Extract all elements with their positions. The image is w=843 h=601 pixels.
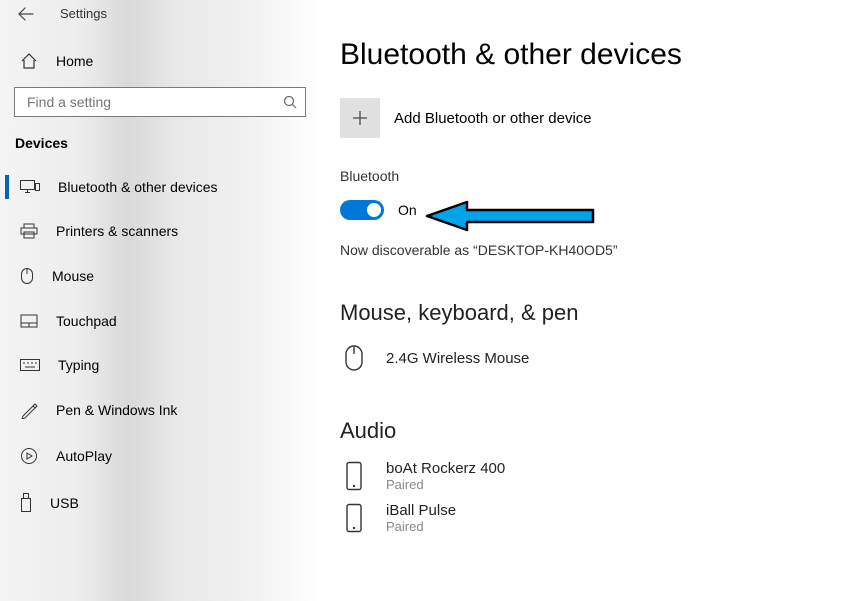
nav-item-label: Typing <box>58 357 99 373</box>
device-status: Paired <box>386 519 456 534</box>
nav-bluetooth-devices[interactable]: Bluetooth & other devices <box>0 165 320 209</box>
nav-typing[interactable]: Typing <box>0 343 320 387</box>
nav-autoplay[interactable]: AutoPlay <box>0 433 320 479</box>
nav-pen[interactable]: Pen & Windows Ink <box>0 387 320 433</box>
device-mouse-row[interactable]: 2.4G Wireless Mouse <box>340 340 843 376</box>
nav-home[interactable]: Home <box>0 39 320 83</box>
nav-printers[interactable]: Printers & scanners <box>0 209 320 253</box>
add-device-label: Add Bluetooth or other device <box>394 110 592 127</box>
plus-icon <box>351 109 369 127</box>
add-device-button[interactable] <box>340 98 380 138</box>
mouse-icon <box>20 267 34 285</box>
nav-item-label: USB <box>50 495 79 511</box>
home-icon <box>20 53 38 69</box>
touchpad-icon <box>20 314 38 328</box>
nav-item-label: Pen & Windows Ink <box>56 402 177 418</box>
devices-icon <box>20 180 40 194</box>
device-name: 2.4G Wireless Mouse <box>386 350 529 367</box>
search-input[interactable] <box>25 93 283 111</box>
section-mouse-heading: Mouse, keyboard, & pen <box>340 300 843 326</box>
nav-item-label: Touchpad <box>56 313 117 329</box>
main-content: Bluetooth & other devices Add Bluetooth … <box>340 0 843 601</box>
pen-icon <box>20 401 38 419</box>
window-title: Settings <box>60 6 107 21</box>
search-icon <box>283 95 297 109</box>
nav-home-label: Home <box>56 53 93 69</box>
device-name: boAt Rockerz 400 <box>386 460 505 477</box>
bluetooth-label: Bluetooth <box>340 168 843 184</box>
nav-item-label: Bluetooth & other devices <box>58 179 218 195</box>
autoplay-icon <box>20 447 38 465</box>
nav-mouse[interactable]: Mouse <box>0 253 320 299</box>
keyboard-icon <box>20 359 40 371</box>
mouse-icon <box>340 340 368 376</box>
sidebar-section-label: Devices <box>0 117 320 161</box>
nav-usb[interactable]: USB <box>0 479 320 527</box>
nav-item-label: Mouse <box>52 268 94 284</box>
sidebar-nav: Bluetooth & other devices Printers & sca… <box>0 161 320 527</box>
annotation-arrow-icon <box>425 200 595 237</box>
device-audio-row[interactable]: iBall Pulse Paired <box>340 500 843 536</box>
usb-icon <box>20 493 32 513</box>
discoverable-text: Now discoverable as “DESKTOP-KH40OD5” <box>340 242 843 258</box>
phone-icon <box>340 500 368 536</box>
phone-icon <box>340 458 368 494</box>
add-device-row[interactable]: Add Bluetooth or other device <box>340 98 843 138</box>
bluetooth-toggle-state: On <box>398 202 417 218</box>
settings-sidebar: Settings Home Devices Bluetooth & oth <box>0 0 320 601</box>
nav-touchpad[interactable]: Touchpad <box>0 299 320 343</box>
nav-item-label: Printers & scanners <box>56 223 178 239</box>
page-title: Bluetooth & other devices <box>340 38 843 72</box>
device-audio-row[interactable]: boAt Rockerz 400 Paired <box>340 458 843 494</box>
nav-item-label: AutoPlay <box>56 448 112 464</box>
printer-icon <box>20 223 38 239</box>
back-icon[interactable] <box>18 7 34 21</box>
section-audio-heading: Audio <box>340 418 843 444</box>
bluetooth-toggle[interactable] <box>340 200 384 220</box>
device-name: iBall Pulse <box>386 502 456 519</box>
device-status: Paired <box>386 477 505 492</box>
search-box[interactable] <box>14 87 306 117</box>
